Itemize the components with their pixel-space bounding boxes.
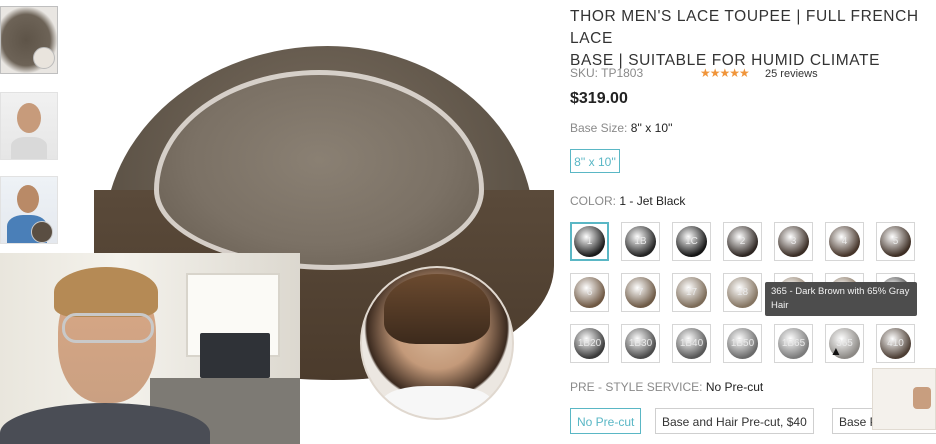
color-swatch[interactable]: 7 [621, 273, 660, 312]
thumbnail-1[interactable] [0, 6, 58, 74]
color-swatch[interactable]: 1 [570, 222, 609, 261]
glasses-icon [62, 313, 154, 343]
shirt-shape [11, 137, 47, 159]
size-option-8x10[interactable]: 8'' x 10'' [570, 149, 620, 173]
thumbnail-2[interactable] [0, 92, 58, 160]
color-value: 1 - Jet Black [619, 194, 686, 208]
color-swatch-label: 6 [574, 277, 605, 308]
color-swatch[interactable]: 1B50 [723, 324, 762, 363]
color-swatch[interactable]: 1B65 [774, 324, 813, 363]
color-swatch-label: 1B65 [778, 328, 809, 359]
product-price: $319.00 [570, 90, 628, 107]
color-swatch-label: 1B30 [625, 328, 656, 359]
color-swatch[interactable]: 17 [672, 273, 711, 312]
prestyle-value: No Pre-cut [705, 380, 764, 394]
color-swatch[interactable]: 1C [672, 222, 711, 261]
color-swatch-label: 7 [625, 277, 656, 308]
color-swatch[interactable]: 410 [876, 324, 915, 363]
corner-preview-card [872, 368, 936, 430]
model-hair [384, 274, 490, 344]
color-swatch-label: 410 [880, 328, 911, 359]
color-swatch-label: 3 [778, 226, 809, 257]
model-inset-icon [33, 47, 55, 69]
hairpiece-icon [31, 221, 53, 243]
reviews-link[interactable]: 25 reviews [765, 68, 818, 80]
cursor-icon: ▲ [830, 344, 842, 358]
base-size-label: Base Size: 8'' x 10'' [570, 121, 673, 135]
color-swatch-label: 1B40 [676, 328, 707, 359]
color-swatch[interactable]: 6 [570, 273, 609, 312]
prestyle-option-base-hair-precut[interactable]: Base and Hair Pre-cut, $40 [655, 408, 814, 434]
product-title: THOR MEN'S LACE TOUPEE | FULL FRENCH LAC… [570, 8, 919, 69]
color-swatch[interactable]: 3 [774, 222, 813, 261]
color-swatch-label: 18 [727, 277, 758, 308]
color-swatch[interactable]: 1B40 [672, 324, 711, 363]
color-swatch[interactable]: 2 [723, 222, 762, 261]
color-swatch-label: 5 [880, 226, 911, 257]
color-tooltip: 365 - Dark Brown with 65% Gray Hair [765, 282, 917, 316]
face-icon [913, 387, 931, 409]
face-icon [17, 185, 39, 213]
color-swatch[interactable]: 5 [876, 222, 915, 261]
model-shirt [382, 386, 492, 418]
thumbnail-3[interactable] [0, 176, 58, 244]
color-swatch-label: 1B50 [727, 328, 758, 359]
color-swatch[interactable]: 1B30 [621, 324, 660, 363]
color-swatch-label: 2 [727, 226, 758, 257]
background-monitor [200, 333, 270, 378]
color-swatch[interactable]: 1B [621, 222, 660, 261]
color-label: COLOR: 1 - Jet Black [570, 194, 686, 208]
model-inset [360, 266, 514, 420]
base-size-value: 8'' x 10'' [630, 121, 673, 135]
product-sku: SKU: TP1803 [570, 66, 644, 80]
face-icon [17, 103, 41, 133]
prestyle-option-no-precut[interactable]: No Pre-cut [570, 408, 642, 434]
prestyle-label: PRE - STYLE SERVICE: No Pre-cut [570, 380, 764, 394]
color-swatch[interactable]: 1B20 [570, 324, 609, 363]
webcam-overlay [0, 253, 300, 444]
color-swatch-label: 1B20 [574, 328, 605, 359]
color-swatch[interactable]: 18 [723, 273, 762, 312]
color-swatch-label: 4 [829, 226, 860, 257]
star-rating-icon[interactable]: ★★★★★ [700, 66, 750, 80]
color-swatch-label: 1 [574, 226, 605, 257]
color-swatch[interactable]: 4 [825, 222, 864, 261]
color-swatch-label: 17 [676, 277, 707, 308]
color-swatch-label: 1C [676, 226, 707, 257]
color-swatch-label: 1B [625, 226, 656, 257]
presenter-hair [54, 267, 158, 317]
